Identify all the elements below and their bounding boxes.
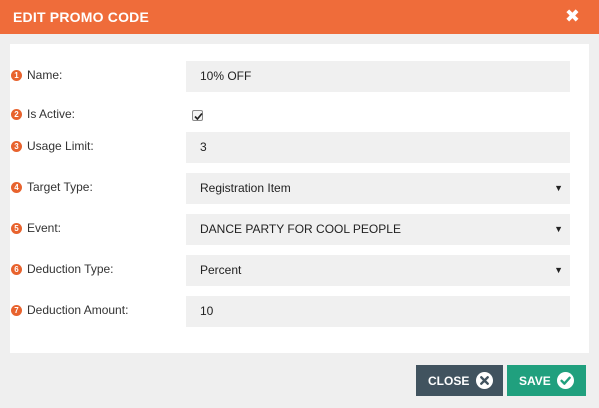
step-badge-1: 1 — [11, 70, 22, 81]
step-badge-2: 2 — [11, 109, 22, 120]
close-button-label: CLOSE — [428, 374, 470, 388]
event-value: DANCE PARTY FOR COOL PEOPLE — [200, 222, 401, 236]
step-badge-5: 5 — [11, 223, 22, 234]
name-row: 1 Name: 10% OFF — [10, 61, 589, 92]
modal-title: EDIT PROMO CODE — [13, 9, 150, 25]
target-type-select[interactable]: Registration Item ▼ — [186, 173, 570, 204]
save-button-label: SAVE — [519, 374, 551, 388]
is-active-checkbox[interactable] — [192, 110, 203, 121]
target-type-value: Registration Item — [200, 181, 291, 195]
event-label: Event: — [27, 221, 62, 235]
step-badge-6: 6 — [11, 264, 22, 275]
chevron-down-icon: ▼ — [554, 265, 563, 275]
step-badge-3: 3 — [11, 141, 22, 152]
deduction-type-select[interactable]: Percent ▼ — [186, 255, 570, 286]
chevron-down-icon: ▼ — [554, 183, 563, 193]
usage-limit-label: Usage Limit: — [27, 139, 94, 153]
target-type-label: Target Type: — [27, 180, 93, 194]
modal-header: EDIT PROMO CODE ✖ — [0, 0, 599, 34]
close-icon[interactable]: ✖ — [565, 7, 580, 25]
step-badge-4: 4 — [11, 182, 22, 193]
event-select[interactable]: DANCE PARTY FOR COOL PEOPLE ▼ — [186, 214, 570, 245]
chevron-down-icon: ▼ — [554, 224, 563, 234]
target-type-row: 4 Target Type: Registration Item ▼ — [10, 173, 589, 204]
x-circle-icon — [476, 372, 493, 389]
check-circle-icon — [557, 372, 574, 389]
is-active-row: 2 Is Active: — [10, 100, 589, 131]
is-active-label: Is Active: — [27, 107, 76, 121]
event-row: 5 Event: DANCE PARTY FOR COOL PEOPLE ▼ — [10, 214, 589, 245]
deduction-type-label: Deduction Type: — [27, 262, 114, 276]
save-button[interactable]: SAVE — [507, 365, 586, 396]
step-badge-7: 7 — [11, 305, 22, 316]
deduction-amount-label: Deduction Amount: — [27, 303, 129, 317]
form-panel: 1 Name: 10% OFF 2 Is Active: 3 Usage Lim… — [10, 44, 589, 353]
close-button[interactable]: CLOSE — [416, 365, 503, 396]
deduction-type-row: 6 Deduction Type: Percent ▼ — [10, 255, 589, 286]
name-input[interactable]: 10% OFF — [186, 61, 570, 92]
usage-limit-input[interactable]: 3 — [186, 132, 570, 163]
deduction-amount-row: 7 Deduction Amount: 10 — [10, 296, 589, 327]
name-label: Name: — [27, 68, 63, 82]
checkmark-icon — [194, 112, 203, 121]
usage-limit-row: 3 Usage Limit: 3 — [10, 132, 589, 163]
deduction-type-value: Percent — [200, 263, 242, 277]
deduction-amount-input[interactable]: 10 — [186, 296, 570, 327]
